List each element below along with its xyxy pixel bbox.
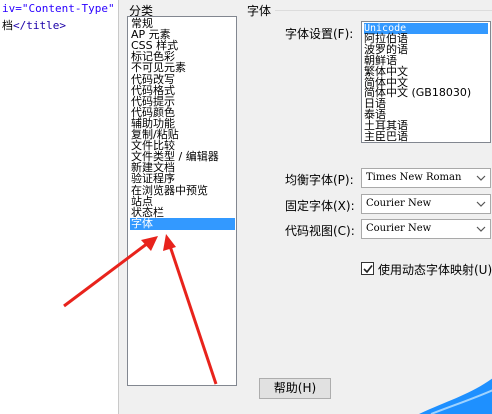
code-editor[interactable]: iv="Content-Type" 档</title> — [0, 0, 118, 414]
preferences-dialog: 分类 常规 AP 元素 CSS 样式 标记色彩 不可见元素 代码改写 代码格式 代码提示 代码颜… — [118, 0, 492, 414]
code-line: 档</title> — [2, 17, 66, 33]
code-line: iv="Content-Type" — [2, 2, 115, 15]
decorative-wave — [419, 378, 492, 414]
code-tag: </title> — [13, 19, 66, 32]
code-text: 档 — [2, 19, 13, 32]
